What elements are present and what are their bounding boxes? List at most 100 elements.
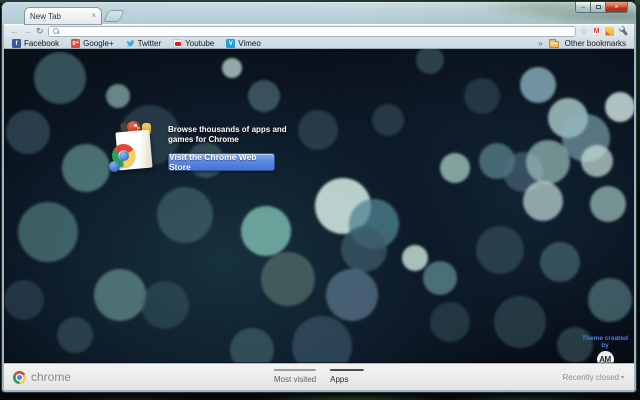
bokeh-circle — [62, 144, 110, 192]
footer-tab-indicator — [273, 369, 317, 371]
bokeh-circle — [372, 104, 404, 136]
bookmark-label: Google+ — [83, 39, 114, 48]
bokeh-circle — [464, 78, 500, 114]
close-button[interactable]: × — [605, 2, 628, 13]
footer-tab-most-visited[interactable]: Most visited — [273, 369, 317, 384]
maximize-button[interactable] — [590, 2, 605, 13]
bokeh-circle — [523, 181, 563, 221]
new-tab-button[interactable] — [104, 11, 124, 21]
bokeh-circle — [326, 269, 378, 321]
bokeh-circle — [402, 245, 428, 271]
bokeh-circle — [605, 92, 634, 122]
ntp-section-tabs: Most visited Apps — [273, 369, 365, 384]
other-bookmarks-button[interactable]: Other bookmarks — [565, 39, 626, 48]
bokeh-circle — [341, 226, 387, 272]
bokeh-circle — [261, 252, 315, 306]
window-titlebar[interactable]: – × New Tab × — [2, 2, 636, 24]
bokeh-circle — [18, 202, 78, 262]
visit-web-store-button-label: Visit the Chrome Web Store — [169, 151, 257, 172]
reload-button[interactable]: ↻ — [36, 26, 44, 36]
recently-closed-label: Recently closed — [562, 373, 619, 382]
chevron-down-icon: ▾ — [620, 375, 624, 381]
omnibox[interactable] — [47, 25, 576, 37]
search-icon — [52, 27, 60, 35]
tab-close-icon[interactable]: × — [91, 12, 96, 20]
bookmark-label: Facebook — [24, 39, 60, 48]
bokeh-circle — [6, 110, 50, 154]
chrome-web-store-bag-icon — [109, 119, 162, 175]
desktop-background: – × New Tab × ← → ↻ ☆ M f Facebook g+ Go… — [0, 0, 640, 400]
bookmark-item-vimeo[interactable]: V Vimeo — [226, 39, 261, 48]
footer-tab-indicator — [330, 369, 365, 371]
bookmark-item-twitter[interactable]: Twitter — [126, 39, 162, 48]
bokeh-circle — [34, 52, 86, 104]
footer-tab-apps[interactable]: Apps — [330, 369, 365, 384]
bokeh-circle — [423, 261, 457, 295]
bookmark-item-youtube[interactable]: Youtube — [173, 39, 214, 48]
youtube-screen-icon — [174, 41, 181, 46]
bokeh-circle — [520, 67, 556, 103]
tab-new-tab[interactable]: New Tab × — [25, 8, 101, 24]
youtube-icon — [173, 39, 183, 48]
bookmarks-list: f Facebook g+ Google+ Twitter Youtube V Vimeo — [12, 39, 261, 48]
wrench-menu-icon[interactable] — [618, 26, 628, 36]
bookmark-label: Twitter — [137, 39, 162, 48]
bokeh-circle — [57, 317, 93, 353]
chrome-logo-icon — [13, 370, 26, 384]
browser-toolbar: ← → ↻ ☆ M — [4, 24, 634, 38]
forward-button[interactable]: → — [23, 26, 32, 36]
bokeh-circle — [540, 242, 580, 282]
yellow-extension-icon[interactable] — [605, 26, 614, 36]
back-button[interactable]: ← — [10, 26, 19, 36]
web-store-promo: Browse thousands of apps and games for C… — [109, 119, 287, 175]
promo-text-line2: games for Chrome — [168, 135, 239, 145]
recently-closed-menu[interactable]: Recently closed ▾ — [563, 373, 625, 382]
visit-web-store-button[interactable]: Visit the Chrome Web Store — [168, 151, 275, 172]
twitter-bird-icon — [126, 40, 134, 47]
bokeh-circle — [416, 49, 444, 74]
window-controls: – × — [575, 2, 628, 13]
bookmarks-bar-right: » Other bookmarks — [538, 38, 626, 48]
bookmark-label: Youtube — [185, 39, 215, 48]
bokeh-circle — [222, 58, 242, 78]
bokeh-circle — [430, 302, 470, 342]
googleplus-icon: g+ — [71, 39, 81, 48]
bookmarks-bar: f Facebook g+ Google+ Twitter Youtube V Vimeo »… — [4, 38, 634, 49]
blue-ball — [109, 161, 120, 172]
bookmark-star-icon[interactable]: ☆ — [580, 26, 588, 36]
bokeh-circle — [241, 206, 291, 256]
bookmark-item-facebook[interactable]: f Facebook — [12, 39, 59, 48]
bokeh-circle — [590, 186, 626, 222]
bokeh-circle — [248, 80, 280, 112]
promo-text-line1: Browse thousands of apps and — [168, 125, 287, 134]
bokeh-theme-background — [4, 49, 634, 390]
bokeh-circle — [588, 278, 632, 322]
bookmark-label: Vimeo — [238, 39, 261, 48]
browser-window: – × New Tab × ← → ↻ ☆ M f Facebook g+ Go… — [2, 2, 636, 392]
bookmarks-overflow-chevron[interactable]: » — [538, 39, 542, 48]
footer-tab-label: Most visited — [273, 375, 317, 384]
bokeh-circle — [581, 145, 613, 177]
bokeh-circle — [157, 187, 213, 243]
bokeh-circle — [94, 269, 146, 321]
vimeo-icon: V — [226, 39, 236, 48]
gmail-extension-icon[interactable]: M — [592, 26, 601, 36]
theme-credit-label: Theme created by — [582, 335, 628, 349]
chrome-brand: chrome — [13, 364, 71, 390]
bokeh-circle — [476, 226, 524, 274]
footer-tab-label: Apps — [330, 375, 349, 384]
twitter-icon — [126, 39, 135, 48]
bookmark-item-googleplus[interactable]: g+ Google+ — [71, 39, 114, 48]
desktop-wallpaper-bottom — [0, 392, 640, 400]
minimize-button[interactable]: – — [575, 2, 590, 13]
toolbar-actions: ☆ M — [580, 26, 628, 36]
bokeh-circle — [298, 110, 338, 150]
bokeh-circle — [440, 153, 470, 183]
bokeh-circle — [106, 84, 130, 108]
ntp-footer: chrome Most visited Apps Recently closed … — [4, 363, 634, 390]
facebook-icon: f — [12, 39, 21, 48]
promo-copy: Browse thousands of apps and games for C… — [168, 119, 287, 175]
bokeh-circle — [494, 296, 546, 348]
maximize-icon — [595, 5, 601, 9]
folder-icon — [548, 38, 559, 48]
